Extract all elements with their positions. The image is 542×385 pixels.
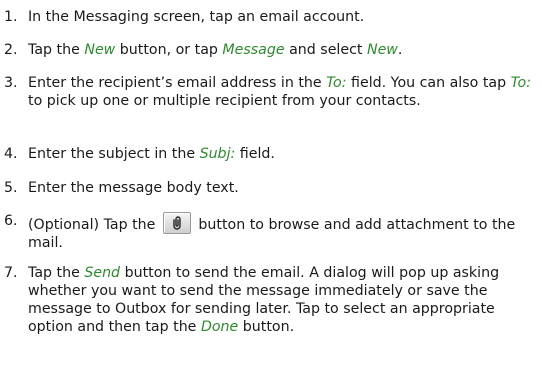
step-text-segment: button.: [238, 319, 295, 335]
list-item: 3. Enter the recipient’s email address in…: [0, 74, 542, 110]
step-text: (Optional) Tap the button to browse and …: [28, 212, 540, 252]
step-number: 7.: [4, 265, 18, 281]
list-item: 2. Tap the New button, or tap Message and…: [0, 41, 542, 59]
step-text-segment: Enter the recipient’s email address in t…: [28, 75, 327, 91]
list-item: 4. Enter the subject in the Subj: field.: [0, 145, 542, 163]
step-text: In the Messaging screen, tap an email ac…: [28, 8, 540, 26]
step-number: 4.: [4, 146, 18, 162]
list-item: 5. Enter the message body text.: [0, 179, 542, 197]
step-text-segment: Tap the: [28, 265, 85, 281]
step-text: Tap the Send button to send the email. A…: [28, 264, 540, 336]
step-text: Enter the message body text.: [28, 179, 540, 197]
list-item: 6. (Optional) Tap the button to browse an…: [0, 212, 542, 252]
instruction-list: 1. In the Messaging screen, tap an email …: [0, 0, 542, 385]
ui-term: Send: [84, 265, 121, 281]
step-text-segment: and select: [284, 42, 367, 58]
ui-term: New: [366, 42, 398, 58]
step-text-segment: field.: [235, 146, 275, 162]
paperclip-icon: [173, 216, 181, 230]
step-number: 2.: [4, 42, 18, 58]
step-text-segment: button, or tap: [115, 42, 223, 58]
step-text-segment: In the Messaging screen, tap an email ac…: [28, 9, 365, 25]
ui-term: Subj:: [199, 146, 236, 162]
step-number: 3.: [4, 75, 18, 91]
step-number: 6.: [4, 213, 18, 229]
step-text-segment: to pick up one or multiple recipient fro…: [28, 93, 421, 109]
step-text-segment: Tap the: [28, 42, 85, 58]
attach-button: [162, 212, 191, 234]
step-text: Enter the recipient’s email address in t…: [28, 74, 540, 110]
step-text-segment: Enter the message body text.: [28, 180, 239, 196]
step-text-segment: Enter the subject in the: [28, 146, 200, 162]
step-text: Tap the New button, or tap Message and s…: [28, 41, 540, 59]
step-text: Enter the subject in the Subj: field.: [28, 145, 540, 163]
step-number: 1.: [4, 9, 18, 25]
ui-term: To:: [510, 75, 531, 91]
ui-term: New: [84, 42, 116, 58]
step-text-segment: (Optional) Tap the: [28, 217, 160, 233]
ui-term: Done: [200, 319, 239, 335]
list-item: 7. Tap the Send button to send the email.…: [0, 264, 542, 336]
list-item: 1. In the Messaging screen, tap an email …: [0, 8, 542, 26]
ui-term: Message: [222, 42, 285, 58]
ui-term: To:: [326, 75, 347, 91]
step-text-segment: .: [397, 42, 403, 58]
step-text-segment: field. You can also tap: [346, 75, 511, 91]
step-number: 5.: [4, 180, 18, 196]
